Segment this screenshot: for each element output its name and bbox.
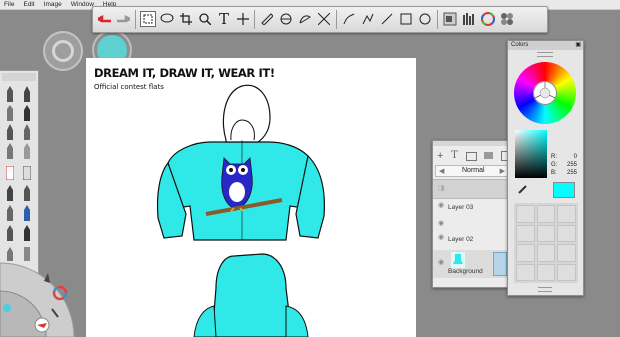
layer-name: Layer 02 <box>448 236 474 243</box>
fill-brush[interactable] <box>3 222 17 241</box>
layer-editor-panel: + T ◀ Normal ▶ ◨ ◉ Layer 03 ◉ ◉ Layer 02… <box>432 140 512 288</box>
g-label: G: <box>551 162 558 168</box>
color-wheel-icon[interactable] <box>480 11 496 27</box>
menu-window[interactable]: Window <box>71 0 94 9</box>
b-value: 255 <box>566 170 577 176</box>
airbrush-brush[interactable] <box>20 102 34 121</box>
layer-name: Layer 03 <box>448 204 474 211</box>
rgb-values: R: 0 G: 255 B: 255 <box>551 153 579 179</box>
marker-gray-brush[interactable] <box>20 161 34 180</box>
polyline-icon[interactable] <box>360 11 376 27</box>
b-label: B: <box>551 170 557 176</box>
chisel-brush[interactable] <box>3 202 17 221</box>
eye-icon[interactable]: ◉ <box>438 258 444 266</box>
colors-title: Colors <box>511 42 529 48</box>
copic-library-icon[interactable] <box>499 11 515 27</box>
layer-row-background[interactable]: ◉ Background <box>433 250 511 278</box>
r-value: 0 <box>573 154 577 160</box>
brush-size-puck[interactable] <box>43 31 83 71</box>
panel-resize-handle[interactable] <box>538 287 552 292</box>
undo-icon[interactable] <box>97 11 113 27</box>
blur-brush[interactable] <box>3 140 17 159</box>
eyedropper-icon[interactable] <box>518 184 528 194</box>
text-layer-icon[interactable]: T <box>451 150 458 162</box>
pencil-brush[interactable] <box>3 83 17 102</box>
blend-mode-label: Normal <box>462 167 485 174</box>
current-color-swatch[interactable] <box>553 182 575 198</box>
layers-titlebar <box>433 141 511 146</box>
layer-opacity-slider[interactable] <box>493 252 507 276</box>
blend-mode-select[interactable]: ◀ Normal ▶ <box>435 165 509 177</box>
smudge-brush[interactable] <box>20 121 34 140</box>
marker-red-brush[interactable] <box>3 161 17 180</box>
layer-row-new[interactable]: ◨ <box>433 179 511 199</box>
layer-row-mask[interactable]: ◉ <box>433 219 511 229</box>
add-layer-icon[interactable]: + <box>437 150 443 162</box>
inking-pen-brush[interactable] <box>3 182 17 201</box>
menu-image[interactable]: Image <box>44 0 62 9</box>
eye-icon[interactable]: ◉ <box>438 201 444 209</box>
main-toolbar: T <box>92 6 548 33</box>
layer-thumbnail <box>451 252 465 268</box>
eraser-brush[interactable] <box>20 140 34 159</box>
crop-icon[interactable] <box>178 11 194 27</box>
rectangle-select-icon[interactable] <box>140 11 156 27</box>
panel-close-icon[interactable]: ▣ <box>575 41 581 48</box>
line-icon[interactable] <box>341 11 357 27</box>
straight-line-icon[interactable] <box>379 11 395 27</box>
marker-brush[interactable] <box>3 102 17 121</box>
menu-edit[interactable]: Edit <box>23 0 34 9</box>
layer-row-layer03[interactable]: ◉ Layer 03 <box>433 198 511 218</box>
french-curve-icon[interactable] <box>297 11 313 27</box>
colors-titlebar: Colors ▣ <box>508 41 583 50</box>
layer-row-layer02[interactable]: ◉ Layer 02 <box>433 230 511 250</box>
eye-icon[interactable]: ◉ <box>438 233 444 241</box>
image-layer-icon[interactable] <box>465 152 477 161</box>
ellipse-icon[interactable] <box>417 11 433 27</box>
layer-toolbar: + T <box>437 150 509 162</box>
drawing-canvas[interactable]: DREAM IT, DRAW IT, WEAR IT! Official con… <box>86 58 416 337</box>
ruler-icon[interactable] <box>259 11 275 27</box>
transform-icon[interactable] <box>316 11 332 27</box>
eye-icon[interactable]: ◉ <box>438 219 444 227</box>
redo-icon[interactable] <box>115 11 131 27</box>
lagoon-tools[interactable] <box>0 251 86 337</box>
lasso-icon[interactable] <box>159 11 175 27</box>
g-value: 255 <box>566 162 577 168</box>
palette-header <box>2 73 36 81</box>
color-editor-panel: Colors ▣ R: 0 G: 255 B: 255 <box>507 40 584 296</box>
symmetry-icon[interactable] <box>278 11 294 27</box>
zoom-icon[interactable] <box>197 11 213 27</box>
saturation-lightness-square[interactable] <box>515 130 547 178</box>
texture-brush[interactable] <box>20 222 34 241</box>
text-icon[interactable]: T <box>216 10 232 28</box>
panel-menu-icon[interactable] <box>537 52 553 57</box>
felt-pen-brush[interactable] <box>20 182 34 201</box>
blue-pen-brush[interactable] <box>20 202 34 221</box>
color-swatches-grid[interactable] <box>514 203 578 283</box>
color-wheel[interactable] <box>514 62 576 124</box>
hoodie-drawing <box>156 84 325 337</box>
menu-file[interactable]: File <box>4 0 14 9</box>
pen-brush[interactable] <box>20 83 34 102</box>
layer-visibility-icon[interactable]: ◨ <box>438 184 445 192</box>
layer-thumbnail-icon[interactable] <box>442 11 458 27</box>
paintbrush-brush[interactable] <box>3 121 17 140</box>
rectangle-icon[interactable] <box>398 11 414 27</box>
layer-name: Background <box>448 268 483 275</box>
brush-library-icon[interactable] <box>461 11 477 27</box>
merge-layer-icon[interactable] <box>484 152 494 159</box>
r-label: R: <box>551 154 557 160</box>
move-icon[interactable] <box>235 11 251 27</box>
